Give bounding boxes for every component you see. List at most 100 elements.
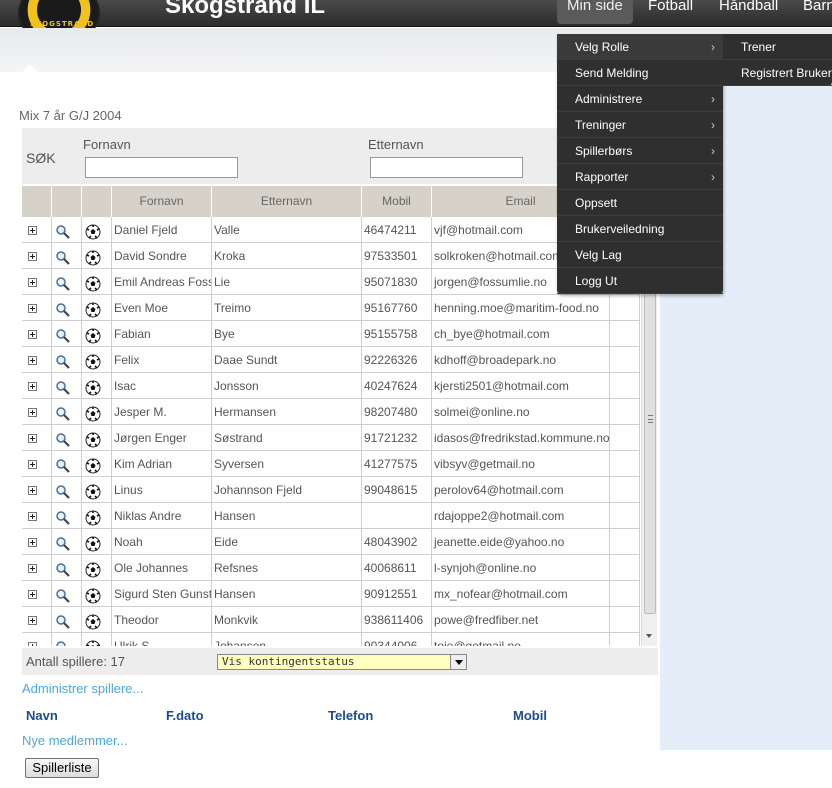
football-icon[interactable] (85, 353, 101, 370)
football-icon[interactable] (85, 639, 101, 646)
football-icon[interactable] (85, 301, 101, 318)
magnifier-icon[interactable] (55, 431, 71, 447)
magnifier-icon[interactable] (55, 249, 71, 265)
table-row[interactable]: Fabian Bye 95155758 ch_bye@hotmail.com (22, 321, 640, 347)
magnifier-icon[interactable] (55, 301, 71, 317)
table-row[interactable]: David Sondre Kroka 97533501 solkroken@hotma… (22, 243, 640, 269)
menu-item-rapporter[interactable]: Rapporter › (557, 164, 723, 190)
expand-plus-icon[interactable] (28, 408, 37, 418)
magnifier-icon[interactable] (55, 457, 71, 473)
magnifier-icon[interactable] (55, 613, 71, 629)
expand-plus-icon[interactable] (28, 538, 37, 548)
contingent-status-value: Vis kontingentstatus (222, 655, 355, 668)
table-row[interactable]: Ole Johannes Refsnes 40068611 l-synjoh@onli… (22, 555, 640, 581)
expand-plus-icon[interactable] (28, 642, 37, 646)
empty-cell (610, 555, 640, 581)
table-row[interactable]: Isac Jonsson 40247624 kjersti2501@hotmail.c… (22, 373, 640, 399)
football-icon[interactable] (85, 613, 101, 630)
menu-item-administrere[interactable]: Administrere › (557, 86, 723, 112)
player-list-button[interactable]: Spillerliste (25, 758, 99, 778)
magnifier-icon[interactable] (55, 353, 71, 369)
menu-item-velg-lag[interactable]: Velg Lag (557, 242, 723, 268)
magnifier-icon[interactable] (55, 275, 71, 291)
nav-handball[interactable]: Håndball (709, 0, 788, 24)
header-last-name[interactable]: Etternavn (212, 186, 362, 217)
first-name-search-input[interactable] (85, 157, 238, 178)
menu-item-velg-rolle[interactable]: Velg Rolle › (557, 34, 723, 60)
table-row[interactable]: Kim Adrian Syversen 41277575 vibsyv@getmail… (22, 451, 640, 477)
administer-players-link[interactable]: Administrer spillere... (22, 681, 143, 696)
magnifier-icon[interactable] (55, 639, 71, 646)
expand-plus-icon[interactable] (28, 434, 37, 444)
expand-plus-icon[interactable] (28, 252, 37, 262)
table-row[interactable]: Noah Eide 48043902 jeanette.eide@yahoo.no (22, 529, 640, 555)
football-icon[interactable] (85, 457, 101, 474)
expand-plus-icon[interactable] (28, 304, 37, 314)
magnifier-icon[interactable] (55, 379, 71, 395)
table-row[interactable]: Jesper M. Hermansen 98207480 solmei@online.… (22, 399, 640, 425)
menu-item-label: Spillerbørs (575, 144, 633, 158)
table-row[interactable]: Emil Andreas FossumlieLie95071830jorgen@… (22, 269, 640, 295)
table-row[interactable]: Felix Daae Sundt 92226326 kdhoff@broadepark… (22, 347, 640, 373)
football-icon[interactable] (85, 275, 101, 292)
scroll-down-arrow[interactable] (646, 634, 652, 638)
nav-fotball[interactable]: Fotball (638, 0, 703, 24)
football-icon[interactable] (85, 249, 101, 266)
header-mobile[interactable]: Mobil (362, 186, 432, 217)
football-icon[interactable] (85, 223, 101, 240)
expand-plus-icon[interactable] (28, 460, 37, 470)
menu-item-spillerbørs[interactable]: Spillerbørs › (557, 138, 723, 164)
submenu-item-registrert-bruker[interactable]: Registrert Bruker (723, 60, 832, 86)
table-row[interactable]: Jørgen Enger Søstrand 91721232 idasos@fredr… (22, 425, 640, 451)
table-row[interactable]: Sigurd Sten GunstensenHansen90912551mx_n… (22, 581, 640, 607)
cell-last: Treimo (212, 295, 362, 321)
expand-plus-icon[interactable] (28, 616, 37, 626)
table-row[interactable]: Daniel Fjeld Valle 46474211 vjf@hotmail.com (22, 217, 640, 243)
menu-item-send-melding[interactable]: Send Melding (557, 60, 723, 86)
expand-plus-icon[interactable] (28, 278, 37, 288)
last-name-search-input[interactable] (370, 157, 523, 178)
football-icon[interactable] (85, 327, 101, 344)
table-row[interactable]: Ulrik S Johansen 90344006 toje@getmail.no (22, 633, 640, 646)
expand-plus-icon[interactable] (28, 356, 37, 366)
magnifier-icon[interactable] (55, 483, 71, 499)
magnifier-icon[interactable] (55, 587, 71, 603)
magnifier-icon[interactable] (55, 327, 71, 343)
football-icon[interactable] (85, 431, 101, 448)
football-icon[interactable] (85, 535, 101, 552)
football-icon[interactable] (85, 405, 101, 422)
magnifier-icon[interactable] (55, 509, 71, 525)
football-icon[interactable] (85, 561, 101, 578)
table-row[interactable]: Linus Johannson Fjeld 99048615 perolov64@ho… (22, 477, 640, 503)
magnifier-icon[interactable] (55, 405, 71, 421)
expand-plus-icon[interactable] (28, 330, 37, 340)
magnifier-icon[interactable] (55, 223, 71, 239)
menu-item-oppsett[interactable]: Oppsett (557, 190, 723, 216)
expand-plus-icon[interactable] (28, 486, 37, 496)
expand-plus-icon[interactable] (28, 590, 37, 600)
table-row[interactable]: Niklas Andre Hansen rdajoppe2@hotmail.com (22, 503, 640, 529)
contingent-status-select[interactable]: Vis kontingentstatus (217, 654, 467, 670)
football-icon[interactable] (85, 379, 101, 396)
menu-item-label: Treninger (575, 118, 626, 132)
football-icon[interactable] (85, 587, 101, 604)
menu-item-treninger[interactable]: Treninger › (557, 112, 723, 138)
expand-plus-icon[interactable] (28, 564, 37, 574)
nav-barn[interactable]: Barn (793, 0, 832, 24)
expand-plus-icon[interactable] (28, 382, 37, 392)
football-icon[interactable] (85, 509, 101, 526)
magnifier-icon[interactable] (55, 535, 71, 551)
submenu-item-trener[interactable]: Trener (723, 34, 832, 60)
expand-plus-icon[interactable] (28, 512, 37, 522)
new-members-link[interactable]: Nye medlemmer... (22, 733, 127, 748)
nav-min-side[interactable]: Min side (557, 0, 633, 24)
table-row[interactable]: Theodor Monkvik 938611406 powe@fredfiber.ne… (22, 607, 640, 633)
menu-item-brukerveiledning[interactable]: Brukerveiledning (557, 216, 723, 242)
magnifier-icon[interactable] (55, 561, 71, 577)
expand-plus-icon[interactable] (28, 226, 37, 236)
header-first-name[interactable]: Fornavn (112, 186, 212, 217)
menu-item-logg-ut[interactable]: Logg Ut (557, 268, 723, 294)
table-row[interactable]: Even Moe Treimo 95167760 henning.moe@mariti… (22, 295, 640, 321)
chevron-down-icon[interactable] (450, 655, 466, 669)
football-icon[interactable] (85, 483, 101, 500)
